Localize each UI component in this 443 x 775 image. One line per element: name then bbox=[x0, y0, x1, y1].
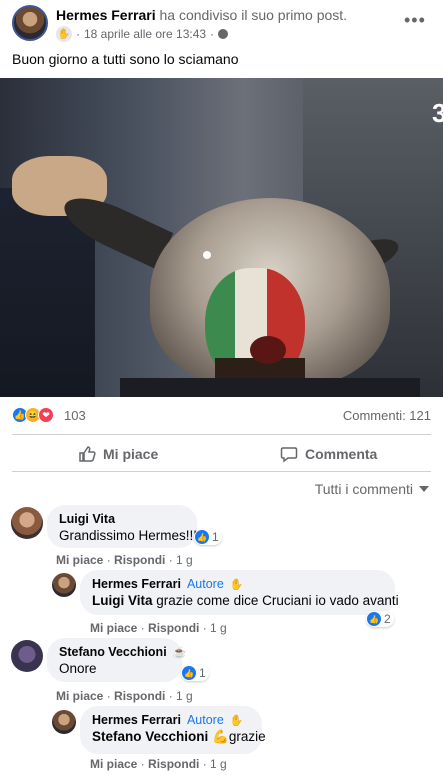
chevron-down-icon bbox=[419, 486, 429, 492]
comment-sort-dropdown[interactable]: Tutti i commenti bbox=[315, 481, 429, 497]
comment-time[interactable]: 1 g bbox=[176, 689, 193, 703]
photo-body bbox=[120, 378, 420, 397]
comment-author[interactable]: Luigi Vita bbox=[59, 512, 185, 526]
reply-author[interactable]: Hermes Ferrari bbox=[92, 577, 181, 591]
sort-label: Tutti i commenti bbox=[314, 481, 413, 497]
photo-mouth bbox=[250, 336, 286, 364]
comment-actions: Mi piace · Rispondi · 1 g bbox=[90, 757, 227, 771]
reply-text-line: Luigi Vita grazie come dice Cruciani io … bbox=[92, 593, 399, 608]
comment-reactions[interactable]: 👍 1 bbox=[194, 529, 222, 545]
author-badge: Autore bbox=[186, 713, 224, 727]
comment-reply-link[interactable]: Rispondi bbox=[148, 757, 199, 771]
reply-author-line: Hermes Ferrari Autore ✋ bbox=[92, 577, 383, 591]
author-avatar[interactable] bbox=[12, 5, 48, 41]
reply-author-line: Hermes Ferrari Autore ✋ bbox=[92, 713, 250, 727]
reply-mention[interactable]: Stefano Vecchioni bbox=[92, 729, 208, 744]
reply-text-line: Stefano Vecchioni 💪grazie bbox=[92, 729, 266, 745]
comment-reactions[interactable]: 👍 2 bbox=[366, 611, 394, 627]
reaction-count[interactable]: 103 bbox=[64, 408, 86, 423]
hand-badge-icon: ✋ bbox=[56, 26, 72, 42]
comment-actions: Mi piace · Rispondi · 1 g bbox=[56, 553, 193, 567]
comment-button[interactable]: Commenta bbox=[280, 440, 377, 468]
comment-actions: Mi piace · Rispondi · 1 g bbox=[90, 621, 227, 635]
avatar[interactable] bbox=[11, 507, 43, 539]
comment-reactions[interactable]: 👍 1 bbox=[181, 665, 209, 681]
post-header: Hermes Ferrari ha condiviso il suo primo… bbox=[0, 0, 443, 46]
comment-text: Grandissimo Hermes!!! bbox=[59, 528, 198, 543]
reply-bubble: Hermes Ferrari Autore ✋ Stefano Vecchion… bbox=[80, 706, 266, 754]
comment-bubble: Luigi Vita Grandissimo Hermes!!! bbox=[47, 505, 197, 548]
comment-time[interactable]: 1 g bbox=[176, 553, 193, 567]
comment-reaction-count: 1 bbox=[199, 666, 206, 680]
post-text: Buon giorno a tutti sono lo sciamano bbox=[12, 51, 239, 67]
comment-reaction-count: 2 bbox=[384, 612, 391, 626]
comment-time[interactable]: 1 g bbox=[210, 757, 227, 771]
post-author-name[interactable]: Hermes Ferrari bbox=[56, 7, 156, 23]
reply-bubble: Hermes Ferrari Autore ✋ Luigi Vita grazi… bbox=[80, 570, 399, 615]
speech-bubble-icon bbox=[280, 445, 298, 463]
like-icon: 👍 bbox=[195, 530, 209, 544]
divider bbox=[12, 434, 431, 435]
avatar[interactable] bbox=[52, 710, 76, 734]
comment-like-link[interactable]: Mi piace bbox=[56, 689, 103, 703]
reaction-icons[interactable]: 👍 😆 ❤ bbox=[12, 407, 54, 423]
post-author-line: Hermes Ferrari ha condiviso il suo primo… bbox=[56, 7, 347, 23]
photo-tag-dot bbox=[203, 251, 211, 259]
avatar[interactable] bbox=[52, 573, 76, 597]
globe-icon bbox=[218, 29, 229, 39]
hand-badge-icon: ✋ bbox=[229, 714, 244, 727]
dot-separator: · bbox=[76, 27, 80, 41]
like-icon: 👍 bbox=[182, 666, 196, 680]
avatar[interactable] bbox=[11, 640, 43, 672]
reactions-summary: 👍 😆 ❤ 103 Commenti: 121 bbox=[12, 405, 431, 425]
comment-reaction-count: 1 bbox=[212, 530, 219, 544]
comment-reply-link[interactable]: Rispondi bbox=[114, 553, 165, 567]
photo-overlay-char: 3 bbox=[432, 98, 443, 128]
author-badge: Autore bbox=[186, 577, 224, 591]
coffee-icon: ☕ bbox=[172, 646, 187, 659]
like-button-label: Mi piace bbox=[103, 446, 159, 462]
love-icon: ❤ bbox=[38, 407, 54, 423]
reply-author[interactable]: Hermes Ferrari bbox=[92, 713, 181, 727]
thumbs-up-icon bbox=[78, 445, 96, 463]
comment-like-link[interactable]: Mi piace bbox=[56, 553, 103, 567]
hand-badge-icon: ✋ bbox=[229, 578, 244, 591]
comment-bubble: Stefano Vecchioni ☕ Onore bbox=[47, 638, 186, 682]
comment-author-line: Stefano Vecchioni ☕ bbox=[59, 645, 186, 659]
divider bbox=[12, 471, 431, 472]
reply-text: 💪grazie bbox=[212, 729, 266, 744]
comment-text: Onore bbox=[59, 661, 97, 676]
comment-time[interactable]: 1 g bbox=[210, 621, 227, 635]
comment-actions: Mi piace · Rispondi · 1 g bbox=[56, 689, 193, 703]
like-icon: 👍 bbox=[367, 612, 381, 626]
more-options-icon[interactable]: ••• bbox=[404, 10, 426, 31]
post-timestamp[interactable]: 18 aprile alle ore 13:43 bbox=[84, 27, 206, 41]
comment-author[interactable]: Stefano Vecchioni bbox=[59, 645, 167, 659]
post-meta: ✋ · 18 aprile alle ore 13:43 · bbox=[56, 26, 229, 42]
comments-count[interactable]: Commenti: 121 bbox=[343, 408, 431, 423]
comment-reply-link[interactable]: Rispondi bbox=[114, 689, 165, 703]
reply-text: grazie come dice Cruciani io vado avanti bbox=[156, 593, 399, 608]
dot-separator: · bbox=[210, 27, 215, 41]
post-photo[interactable]: 3 bbox=[0, 78, 443, 397]
like-button[interactable]: Mi piace bbox=[78, 440, 158, 468]
comment-like-link[interactable]: Mi piace bbox=[90, 621, 137, 635]
reply-mention[interactable]: Luigi Vita bbox=[92, 593, 153, 608]
comment-button-label: Commenta bbox=[305, 446, 378, 462]
comment-reply-link[interactable]: Rispondi bbox=[148, 621, 199, 635]
comment-like-link[interactable]: Mi piace bbox=[90, 757, 137, 771]
post-action-text: ha condiviso il suo primo post. bbox=[159, 7, 348, 23]
